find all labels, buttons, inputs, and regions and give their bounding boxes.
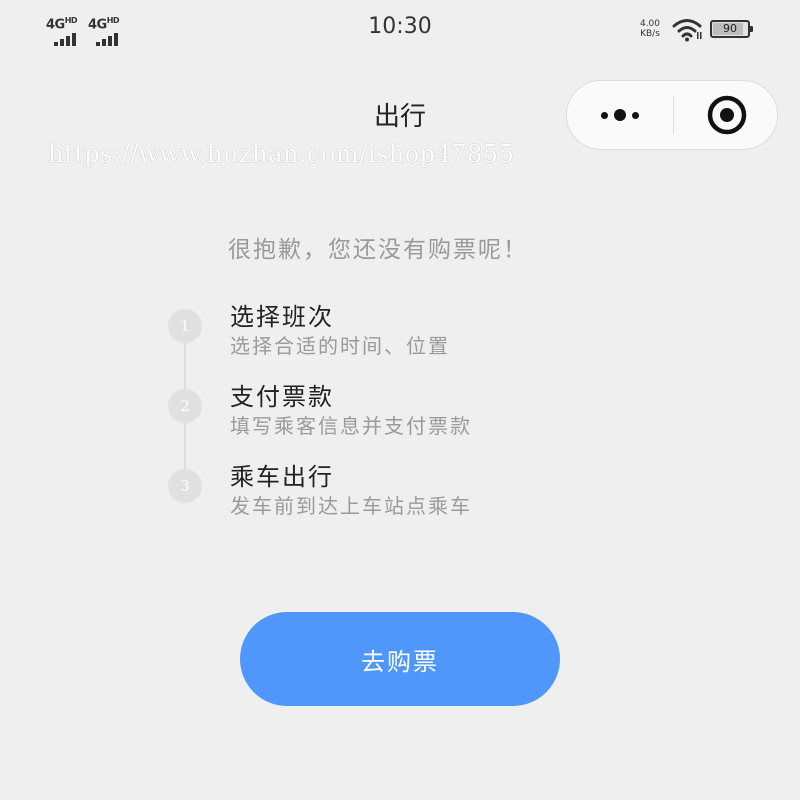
mini-program-capsule — [566, 80, 778, 150]
battery-level: 90 — [723, 22, 737, 35]
wifi-icon — [672, 19, 702, 42]
step-title: 选择班次 — [230, 303, 334, 331]
step-title: 支付票款 — [230, 383, 334, 411]
battery-icon: 90 — [710, 20, 753, 38]
step-description: 选择合适的时间、位置 — [230, 334, 450, 358]
step-description: 填写乘客信息并支付票款 — [230, 414, 472, 438]
buy-ticket-button[interactable]: 去购票 — [240, 612, 560, 706]
capsule-divider — [673, 96, 674, 134]
net-speed-unit: KB/s — [640, 29, 660, 39]
watermark-text: https://www.huzhan.com/ishop47855 — [48, 140, 515, 168]
step-title: 乘车出行 — [230, 463, 334, 491]
step-number: 3 — [168, 469, 202, 503]
mini-program-close-icon[interactable] — [707, 95, 747, 135]
more-dots-icon[interactable] — [589, 81, 651, 149]
net-speed-value: 4.00 — [639, 19, 661, 29]
step-number: 1 — [168, 309, 202, 343]
status-bar: 4GHD 4GHD 10:30 4.00 KB/s 90 — [0, 0, 800, 60]
step-description: 发车前到达上车站点乘车 — [230, 494, 472, 518]
net-speed: 4.00 KB/s — [636, 19, 664, 39]
no-ticket-notice: 很抱歉，您还没有购票呢！ — [228, 237, 528, 263]
step-number: 2 — [168, 389, 202, 423]
